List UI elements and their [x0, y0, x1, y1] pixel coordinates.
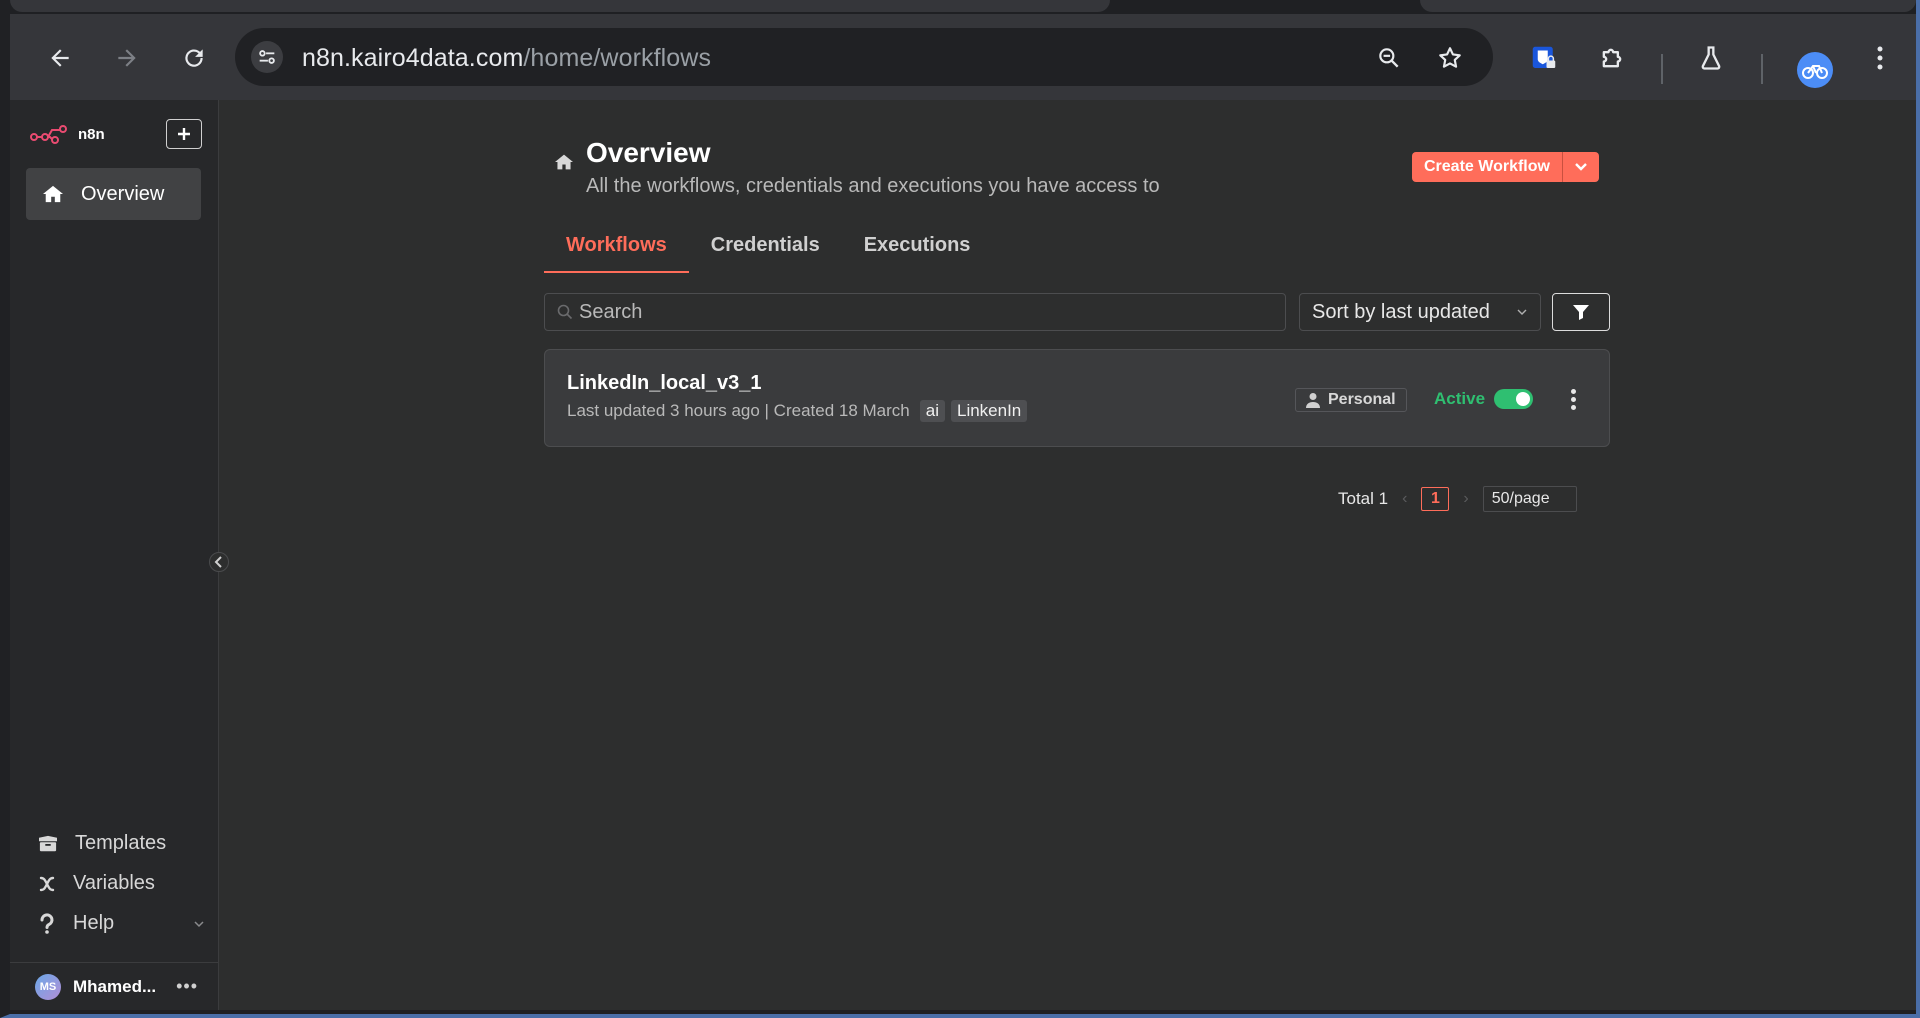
user-name: Mhamed... — [73, 976, 157, 996]
search-icon — [557, 304, 573, 320]
workflow-status-label: Active — [1434, 389, 1486, 408]
workflow-card[interactable]: LinkedIn_local_v3_1 Last updated 3 hours… — [544, 349, 1610, 447]
question-mark-icon — [40, 912, 54, 934]
sidebar-item-label: Overview — [81, 182, 165, 205]
zoom-icon[interactable] — [1373, 42, 1405, 74]
workflow-tag[interactable]: LinkenIn — [950, 400, 1028, 422]
sort-select-value: Sort by last updated — [1312, 300, 1490, 323]
labs-flask-icon[interactable] — [1689, 36, 1733, 80]
page-size-select[interactable]: 50/page — [1482, 486, 1577, 512]
templates-box-icon — [39, 835, 57, 851]
current-page-button[interactable]: 1 — [1421, 487, 1450, 511]
profile-avatar-icon[interactable] — [1797, 52, 1833, 88]
logo-text: n8n — [78, 125, 105, 143]
forward-icon[interactable] — [105, 36, 149, 80]
plus-icon — [178, 128, 190, 140]
owner-label: Personal — [1328, 391, 1396, 408]
bookmark-star-icon[interactable] — [1434, 42, 1466, 74]
page-subtitle: All the workflows, credentials and execu… — [586, 175, 1160, 197]
sidebar-item-label: Variables — [73, 872, 155, 894]
site-settings-icon[interactable] — [251, 41, 283, 73]
browser-menu-icon[interactable] — [1858, 36, 1902, 80]
collapse-sidebar-button[interactable] — [209, 552, 229, 572]
user-menu[interactable]: MS Mhamed... ••• — [10, 962, 219, 1010]
chevron-down-icon — [194, 921, 204, 928]
browser-tab[interactable] — [10, 0, 1110, 12]
sidebar: n8n Overview Templates Variables Help MS… — [10, 100, 229, 1010]
browser-window: n8n.kairo4data.com/home/workflows n8n Ov… — [0, 0, 1920, 1018]
workflow-tag[interactable]: ai — [919, 400, 945, 422]
page-title: Overview — [586, 137, 711, 168]
chevron-down-icon — [1575, 163, 1587, 171]
create-workflow-button[interactable]: Create Workflow — [1412, 152, 1563, 182]
owner-badge: Personal — [1295, 388, 1407, 412]
sidebar-item-help[interactable]: Help — [37, 912, 204, 935]
variables-x-icon — [39, 876, 55, 891]
reload-icon[interactable] — [172, 36, 216, 80]
tab-executions[interactable]: Executions — [842, 222, 993, 273]
extensions-puzzle-icon[interactable] — [1590, 36, 1634, 80]
page-header: Overview All the workflows, credentials … — [554, 137, 1160, 198]
add-new-button[interactable] — [166, 119, 202, 149]
next-page-icon[interactable]: › — [1463, 490, 1468, 508]
url-path: /home/workflows — [523, 44, 712, 72]
avatar: MS — [35, 973, 61, 1000]
url-text[interactable]: n8n.kairo4data.com/home/workflows — [302, 44, 711, 73]
tab-strip — [10, 0, 1916, 14]
address-bar[interactable]: n8n.kairo4data.com/home/workflows — [235, 28, 1493, 86]
browser-toolbar: n8n.kairo4data.com/home/workflows — [10, 14, 1916, 100]
workflow-meta-text: Last updated 3 hours ago | Created 18 Ma… — [567, 401, 910, 420]
workflow-meta: Last updated 3 hours ago | Created 18 Ma… — [567, 400, 1028, 422]
sidebar-item-overview[interactable]: Overview — [26, 168, 201, 220]
sort-select[interactable]: Sort by last updated — [1299, 293, 1541, 331]
prev-page-icon[interactable]: ‹ — [1402, 490, 1407, 508]
url-domain: n8n.kairo4data.com — [302, 44, 524, 72]
workflow-name[interactable]: LinkedIn_local_v3_1 — [567, 372, 762, 395]
back-icon[interactable] — [38, 36, 82, 80]
filter-button[interactable] — [1552, 293, 1610, 331]
browser-tab[interactable] — [1420, 0, 1916, 12]
workflow-active-toggle[interactable] — [1494, 389, 1533, 409]
password-manager-extension-icon[interactable] — [1522, 36, 1566, 80]
tab-credentials[interactable]: Credentials — [689, 222, 842, 273]
n8n-logo[interactable]: n8n — [30, 124, 105, 144]
home-icon — [555, 154, 573, 170]
more-vertical-icon[interactable] — [1563, 386, 1583, 412]
filter-funnel-icon — [1573, 305, 1589, 320]
pagination: Total 1 ‹ 1 › 50/page — [1338, 486, 1577, 512]
home-icon — [43, 185, 63, 203]
more-horizontal-icon[interactable]: ••• — [176, 976, 198, 997]
chevron-down-icon — [1517, 309, 1527, 315]
sidebar-item-label: Templates — [75, 832, 167, 854]
pagination-total: Total 1 — [1338, 489, 1389, 508]
n8n-app: n8n Overview Templates Variables Help MS… — [10, 100, 1916, 1010]
sidebar-item-templates[interactable]: Templates — [37, 832, 166, 855]
toggle-knob — [1516, 392, 1530, 406]
search-box — [544, 293, 1286, 331]
sidebar-item-label: Help — [73, 912, 115, 934]
user-icon — [1306, 393, 1320, 408]
create-workflow-button-group: Create Workflow — [1412, 152, 1599, 182]
n8n-logo-icon — [30, 125, 67, 144]
search-input[interactable] — [579, 300, 1269, 324]
toolbar-separator — [1661, 54, 1663, 84]
create-dropdown-button[interactable] — [1562, 152, 1599, 182]
tab-workflows[interactable]: Workflows — [544, 222, 689, 273]
toolbar-separator — [1761, 54, 1763, 84]
chevron-left-icon — [214, 556, 222, 568]
tabs: Workflows Credentials Executions — [544, 222, 992, 273]
sidebar-item-variables[interactable]: Variables — [37, 872, 155, 895]
